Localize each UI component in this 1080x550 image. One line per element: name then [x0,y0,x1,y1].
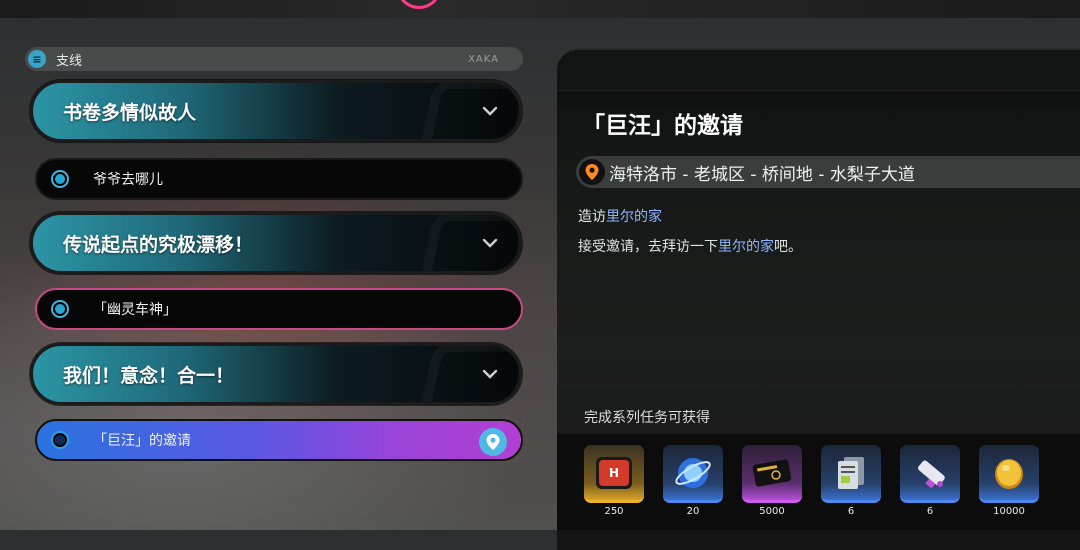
reward-item-3[interactable]: 5000 [742,445,802,517]
reward-icon-box: H [584,445,644,503]
quest-group-title: 书卷多情似故人 [63,102,197,124]
reward-icon-box [979,445,1039,503]
side-quest-header-label: 支线 [56,53,83,69]
group-decor-emblem [415,215,519,271]
reward-item-2[interactable]: 20 [663,445,723,517]
subquest-item-3-active[interactable]: 「巨汪」的邀请 [35,419,523,461]
reward-item-5[interactable]: 6 [900,445,960,517]
gold-coin-icon [995,458,1023,489]
black-card-icon [752,459,792,486]
chevron-down-icon[interactable] [481,102,499,120]
hunter-badge-icon: H [596,456,632,489]
quest-detail-title: 「巨汪」的邀请 [582,113,743,139]
subquest-item-2[interactable]: 「幽灵车神」 [35,288,523,330]
description-suffix: 吧。 [774,239,802,255]
objective-prefix: 造访 [578,209,606,225]
quest-group-1[interactable]: 书卷多情似故人 [30,80,522,142]
quest-group-3[interactable]: 我们！意念！合一！ [30,343,522,405]
chevron-down-icon[interactable] [481,365,499,383]
polychrome-orb-icon [675,457,711,488]
reward-quantity: 5000 [759,506,785,517]
reward-quantity: 10000 [993,506,1025,517]
chevron-down-icon[interactable] [481,234,499,252]
side-quest-header: ≡ 支线 XAKA [25,47,523,71]
subquest-label: 爷爷去哪儿 [93,172,163,188]
reward-icon-box [821,445,881,503]
quest-group-2[interactable]: 传说起点的究极漂移！ [30,212,522,274]
reward-icon-box [663,445,723,503]
reward-quantity: 6 [926,506,934,517]
reward-item-4[interactable]: 6 [821,445,881,517]
objective-highlight: 里尔的家 [606,209,662,225]
quest-objective: 造访里尔的家 [578,206,662,226]
subquest-label: 「幽灵车神」 [93,302,177,318]
reward-item-1[interactable]: H 250 [584,445,644,517]
group-decor-emblem [415,346,519,402]
svg-text:H: H [609,466,619,480]
subquest-label: 「巨汪」的邀请 [93,433,191,449]
quest-category-icon: ≡ [28,50,46,68]
top-decor-strip [0,0,1080,18]
rewards-label: 完成系列任务可获得 [584,410,710,426]
top-indicator-arc [396,0,442,9]
group-decor-emblem [415,83,519,139]
data-document-icon [838,456,864,489]
quest-group-title: 我们！意念！合一！ [63,365,235,387]
reward-item-6[interactable]: 10000 [979,445,1039,517]
location-pin-icon [579,159,605,185]
quest-description: 接受邀请，去拜访一下里尔的家吧。 [578,236,802,256]
subquest-status-dot [53,302,67,316]
subquest-item-1[interactable]: 爷爷去哪儿 [35,158,523,200]
paint-tube-icon [918,460,945,488]
reward-quantity: 20 [686,506,700,517]
reward-quantity: 6 [847,506,855,517]
subquest-status-dot [53,172,67,186]
quest-location-text: 海特洛市 - 老城区 - 桥间地 - 水梨子大道 [609,164,915,185]
detail-panel-topband [557,50,1080,91]
description-highlight: 里尔的家 [718,239,774,255]
header-hint-text: XAKA [468,53,499,65]
reward-icon-box [900,445,960,503]
subquest-status-dot [53,433,67,447]
quest-location-bar[interactable]: 海特洛市 - 老城区 - 桥间地 - 水梨子大道 [576,156,1080,188]
description-prefix: 接受邀请，去拜访一下 [578,239,718,255]
quest-group-title: 传说起点的究极漂移！ [63,234,254,256]
reward-icon-box [742,445,802,503]
track-location-pin-icon[interactable] [479,428,507,456]
reward-quantity: 250 [604,506,624,517]
